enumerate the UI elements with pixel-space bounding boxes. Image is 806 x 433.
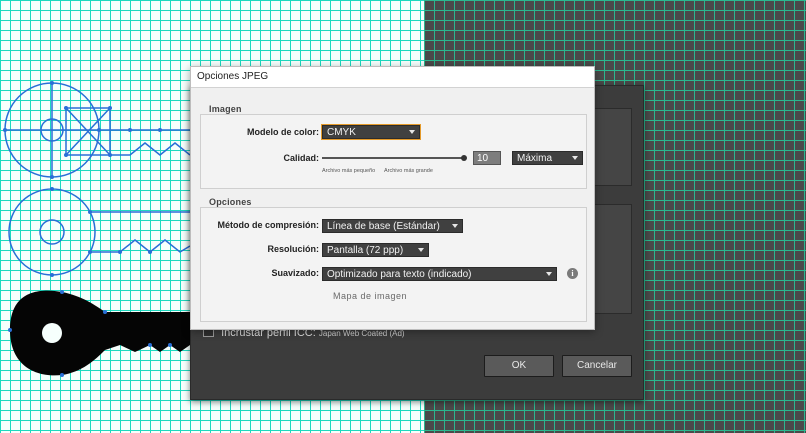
- image-map-option[interactable]: Mapa de imagen: [333, 291, 407, 301]
- resolution-value: Pantalla (72 ppp): [327, 245, 404, 256]
- quality-value-field[interactable]: 10: [473, 151, 501, 165]
- ok-button[interactable]: OK: [484, 355, 554, 377]
- dialog-title: Opciones JPEG: [191, 67, 594, 88]
- key-outline-middle: [8, 188, 191, 276]
- quality-slider-thumb[interactable]: [461, 155, 467, 161]
- antialias-value: Optimizado para texto (indicado): [327, 269, 472, 280]
- chevron-down-icon: [452, 224, 458, 228]
- embed-icc-profile: Japan Web Coated (Ad): [318, 329, 405, 338]
- quality-level-value: Máxima: [517, 153, 553, 164]
- compression-select[interactable]: Línea de base (Estándar): [322, 219, 463, 233]
- imagen-group: Modelo de color: CMYK Calidad: 10 Máxima…: [200, 114, 587, 189]
- quality-label: Calidad:: [283, 153, 319, 163]
- imagen-legend: Imagen: [209, 104, 242, 114]
- resolution-label: Resolución:: [267, 244, 319, 254]
- opciones-legend: Opciones: [209, 197, 252, 207]
- chevron-down-icon: [409, 130, 415, 134]
- color-model-value: CMYK: [327, 127, 356, 138]
- compression-value: Línea de base (Estándar): [327, 221, 440, 232]
- compression-label: Método de compresión:: [217, 220, 319, 230]
- cancel-button[interactable]: Cancelar: [562, 355, 632, 377]
- chevron-down-icon: [546, 272, 552, 276]
- quality-level-select[interactable]: Máxima: [512, 151, 583, 165]
- key-solid-bottom: [10, 290, 190, 376]
- back-panel-top: [594, 108, 632, 186]
- color-model-select[interactable]: CMYK: [321, 124, 421, 140]
- chevron-down-icon: [418, 248, 424, 252]
- info-icon[interactable]: i: [567, 268, 578, 279]
- hint-smaller-file: Archivo más pequeño: [322, 168, 376, 174]
- quality-slider-track[interactable]: [322, 157, 464, 159]
- back-panel-bottom: [594, 204, 632, 314]
- chevron-down-icon: [572, 156, 578, 160]
- hint-larger-file: Archivo más grande: [384, 168, 433, 174]
- antialias-label: Suavizado:: [271, 268, 319, 278]
- color-model-label: Modelo de color:: [247, 127, 319, 137]
- opciones-group: Método de compresión: Línea de base (Est…: [200, 207, 587, 322]
- jpeg-options-dialog: Opciones JPEG Imagen Modelo de color: CM…: [190, 66, 595, 330]
- resolution-select[interactable]: Pantalla (72 ppp): [322, 243, 429, 257]
- antialias-select[interactable]: Optimizado para texto (indicado): [322, 267, 557, 281]
